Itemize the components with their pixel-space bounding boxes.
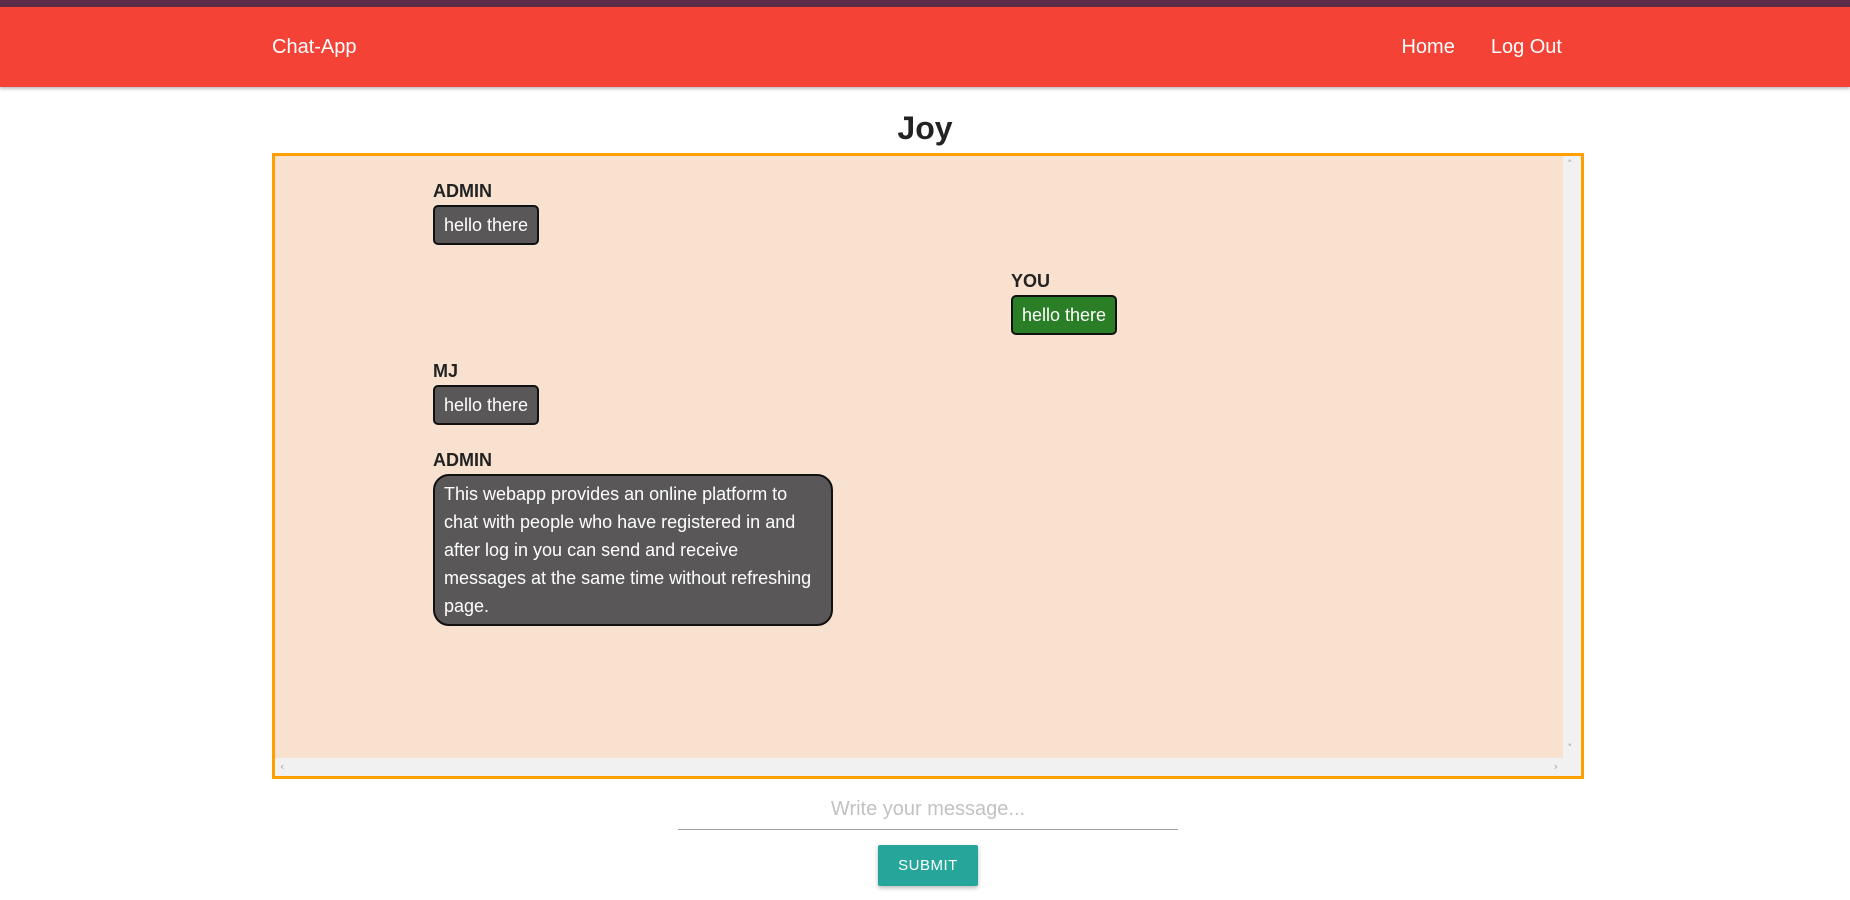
room-title: Joy <box>897 110 953 146</box>
scroll-left-icon[interactable]: ‹ <box>280 761 284 772</box>
navbar: Chat-App Home Log Out <box>0 7 1850 87</box>
brand-link[interactable]: Chat-App <box>272 7 357 87</box>
message-bubble: hello there <box>433 205 540 245</box>
message-sender: ADMIN <box>433 181 492 201</box>
chat-window[interactable]: ADMIN hello there YOU hello there MJ hel… <box>272 153 1584 779</box>
nav-links: Home Log Out <box>1401 7 1562 87</box>
submit-button[interactable]: SUBMIT <box>878 845 978 886</box>
logout-link[interactable]: Log Out <box>1491 36 1562 59</box>
message-item: ADMIN hello there <box>433 180 540 245</box>
message-composer: SUBMIT <box>678 790 1178 886</box>
message-bubble: hello there <box>433 385 540 425</box>
message-input[interactable] <box>678 790 1178 830</box>
scroll-up-icon[interactable]: ˄ <box>1567 159 1573 170</box>
top-strip <box>0 0 1850 7</box>
message-item: YOU hello there <box>1011 270 1118 335</box>
message-bubble: hello there <box>1011 295 1118 335</box>
home-link[interactable]: Home <box>1401 36 1454 59</box>
message-sender: MJ <box>433 361 459 381</box>
horizontal-scrollbar[interactable]: ‹ › <box>275 758 1581 776</box>
message-item: ADMIN This webapp provides an online pla… <box>433 449 833 626</box>
message-sender: ADMIN <box>433 450 492 470</box>
message-sender: YOU <box>1011 271 1051 291</box>
message-item: MJ hello there <box>433 360 540 425</box>
scroll-down-icon[interactable]: ˅ <box>1567 743 1573 754</box>
message-list: ADMIN hello there YOU hello there MJ hel… <box>275 156 1563 758</box>
vertical-scrollbar[interactable]: ˄ ˅ <box>1563 156 1581 758</box>
scroll-right-icon[interactable]: › <box>1554 761 1558 772</box>
message-bubble: This webapp provides an online platform … <box>433 474 833 626</box>
